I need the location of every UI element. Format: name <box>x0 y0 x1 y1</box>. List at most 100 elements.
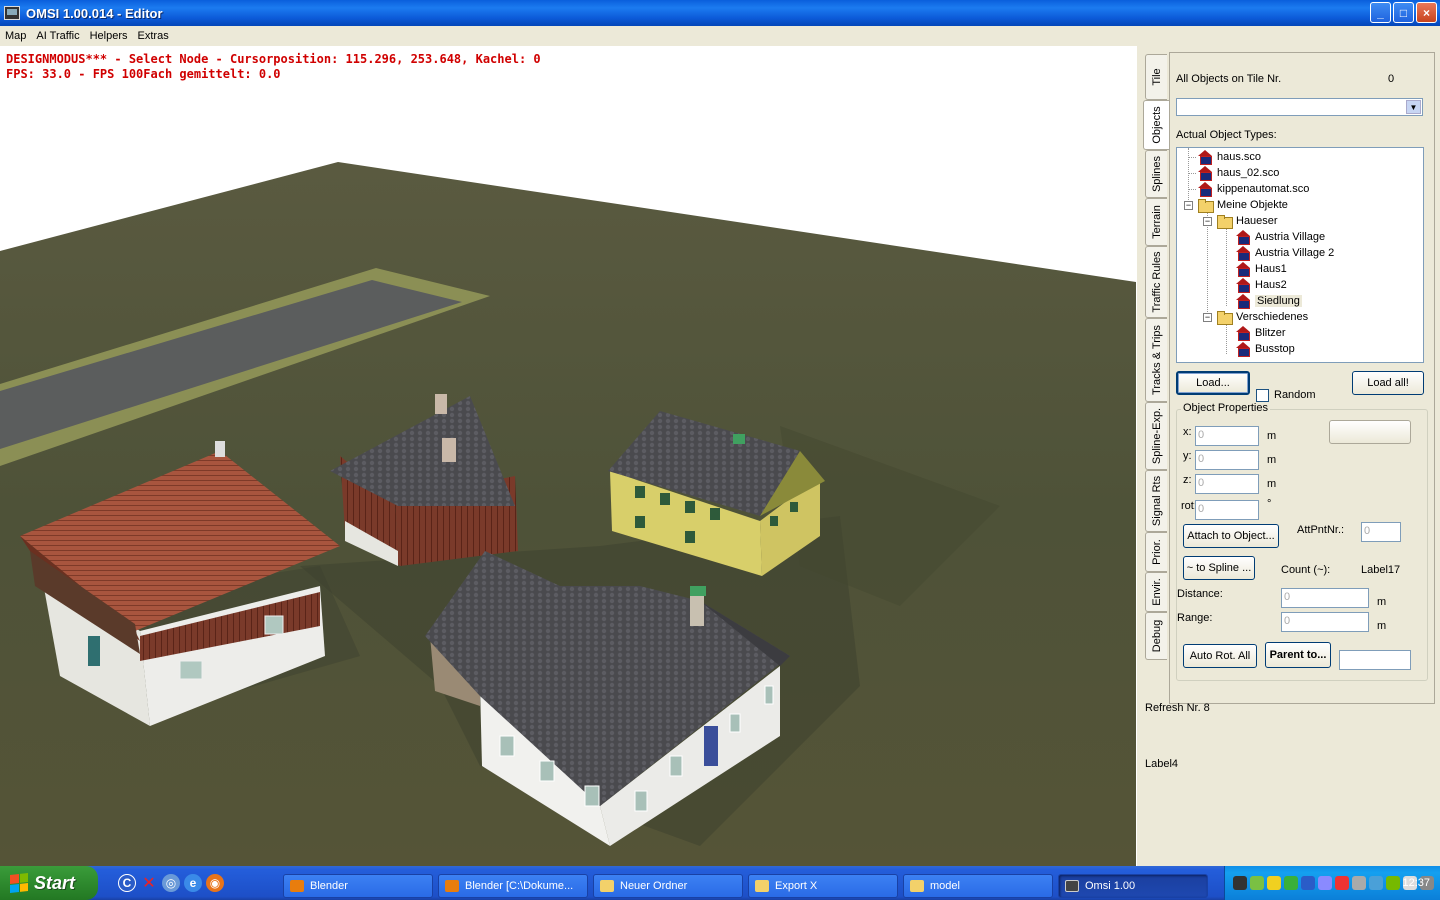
tab-tracks-trips[interactable]: Tracks & Trips <box>1145 318 1167 402</box>
tab-traffic-rules[interactable]: Traffic Rules <box>1145 246 1167 318</box>
z-unit: m <box>1267 478 1277 490</box>
tree-item[interactable]: Busstop <box>1235 341 1295 357</box>
tab-splines[interactable]: Splines <box>1145 150 1167 198</box>
menu-ai-traffic[interactable]: AI Traffic <box>31 30 84 42</box>
quick-launch-x-icon[interactable]: ✕ <box>140 874 158 892</box>
actual-object-types-label: Actual Object Types: <box>1176 129 1277 141</box>
object-icon <box>1235 246 1251 261</box>
tray-icon[interactable] <box>1352 876 1366 890</box>
collapse-haueser[interactable]: − <box>1203 217 1212 226</box>
attach-to-object-button[interactable]: Attach to Object... <box>1183 524 1279 548</box>
range-field[interactable]: 0 <box>1281 612 1369 632</box>
security-tray-icon[interactable] <box>1250 876 1264 890</box>
tab-signal-rts[interactable]: Signal Rts <box>1145 470 1167 532</box>
tree-item[interactable]: kippenautomat.sco <box>1197 181 1309 197</box>
tab-prior[interactable]: Prior. <box>1145 532 1167 572</box>
x-label: x: <box>1183 426 1192 438</box>
x-unit: m <box>1267 430 1277 442</box>
collapse-verschiedenes[interactable]: − <box>1203 313 1212 322</box>
object-icon <box>1235 278 1251 293</box>
object-icon <box>1235 230 1251 245</box>
task-blender-doc[interactable]: Blender [C:\Dokume... <box>438 874 588 898</box>
omsi-icon <box>1065 880 1079 892</box>
tree-item[interactable]: Austria Village 2 <box>1235 245 1334 261</box>
design-mode-status: DESIGNMODUS*** - Select Node - Cursorpos… <box>6 52 541 66</box>
z-field[interactable]: 0 <box>1195 474 1259 494</box>
tab-terrain[interactable]: Terrain <box>1145 198 1167 246</box>
rot-field[interactable]: 0 <box>1195 500 1259 520</box>
parent-to-button[interactable]: Parent to... <box>1265 642 1331 668</box>
network-tray-icon[interactable] <box>1301 876 1315 890</box>
y-field[interactable]: 0 <box>1195 450 1259 470</box>
tree-folder[interactable]: Verschiedenes <box>1216 309 1308 325</box>
object-types-tree[interactable]: − − − haus.sco haus_02.sco kippenautomat… <box>1176 147 1424 363</box>
firefox-icon[interactable]: ◉ <box>206 874 224 892</box>
tab-tile[interactable]: Tile <box>1145 54 1167 100</box>
object-icon <box>1197 166 1213 181</box>
blank-action-button[interactable] <box>1329 420 1411 444</box>
object-icon <box>1235 262 1251 277</box>
tab-objects[interactable]: Objects <box>1143 100 1169 150</box>
3d-viewport[interactable]: DESIGNMODUS*** - Select Node - Cursorpos… <box>0 46 1136 866</box>
camera-tray-icon[interactable] <box>1233 876 1247 890</box>
all-objects-count: 0 <box>1388 73 1395 85</box>
tree-item[interactable]: Haus1 <box>1235 261 1287 277</box>
menu-helpers[interactable]: Helpers <box>85 30 133 42</box>
collapse-meine-objekte[interactable]: − <box>1184 201 1193 210</box>
tree-item[interactable]: Haus2 <box>1235 277 1287 293</box>
quick-launch-c-icon[interactable]: C <box>118 874 136 892</box>
random-checkbox[interactable] <box>1256 389 1269 402</box>
menu-map[interactable]: Map <box>0 30 31 42</box>
auto-rot-all-button[interactable]: Auto Rot. All <box>1183 644 1257 668</box>
y-unit: m <box>1267 454 1277 466</box>
tray-icon[interactable] <box>1267 876 1281 890</box>
parent-field[interactable] <box>1339 650 1411 670</box>
task-export-x[interactable]: Export X <box>748 874 898 898</box>
objects-on-tile-combo[interactable]: ▼ <box>1176 98 1423 116</box>
tab-debug[interactable]: Debug <box>1145 612 1167 660</box>
nvidia-tray-icon[interactable] <box>1386 876 1400 890</box>
window-title: OMSI 1.00.014 - Editor <box>26 5 163 21</box>
menu-extras[interactable]: Extras <box>133 30 174 42</box>
tree-item[interactable]: Austria Village <box>1235 229 1325 245</box>
tree-folder[interactable]: Haueser <box>1216 213 1278 229</box>
task-blender[interactable]: Blender <box>283 874 433 898</box>
rot-unit: ° <box>1267 498 1272 510</box>
tray-icon[interactable] <box>1369 876 1383 890</box>
start-button[interactable]: Start <box>0 866 98 900</box>
attpnt-field[interactable]: 0 <box>1361 522 1401 542</box>
load-all-button[interactable]: Load all! <box>1352 371 1424 395</box>
close-button[interactable]: × <box>1416 2 1437 23</box>
internet-explorer-icon[interactable]: e <box>184 874 202 892</box>
x-field[interactable]: 0 <box>1195 426 1259 446</box>
maximize-button[interactable]: □ <box>1393 2 1414 23</box>
tray-icon[interactable] <box>1284 876 1298 890</box>
blender-icon <box>290 880 304 892</box>
count-label: Count (~): <box>1281 564 1331 576</box>
tree-folder[interactable]: Meine Objekte <box>1197 197 1288 213</box>
task-model[interactable]: model <box>903 874 1053 898</box>
tree-item[interactable]: haus_02.sco <box>1197 165 1279 181</box>
clock[interactable]: 12:37 <box>1402 877 1430 889</box>
minimize-button[interactable]: _ <box>1370 2 1391 23</box>
title-bar: OMSI 1.00.014 - Editor _ □ × <box>0 0 1440 26</box>
task-neuer-ordner[interactable]: Neuer Ordner <box>593 874 743 898</box>
range-label: Range: <box>1177 612 1213 624</box>
quick-launch: C ✕ ◎ e ◉ <box>118 874 224 892</box>
object-icon <box>1235 342 1251 357</box>
distance-field[interactable]: 0 <box>1281 588 1369 608</box>
task-omsi[interactable]: Omsi 1.00 <box>1058 874 1208 898</box>
tab-spline-exp[interactable]: Spline-Exp. <box>1145 402 1167 470</box>
tray-icon[interactable] <box>1318 876 1332 890</box>
open-folder-icon <box>1197 198 1214 213</box>
tree-item[interactable]: Blitzer <box>1235 325 1286 341</box>
antivirus-tray-icon[interactable] <box>1335 876 1349 890</box>
tab-envir[interactable]: Envir. <box>1145 572 1167 612</box>
load-button[interactable]: Load... <box>1176 371 1250 395</box>
y-label: y: <box>1183 450 1192 462</box>
to-spline-button[interactable]: ~ to Spline ... <box>1183 556 1255 580</box>
quick-launch-app-icon[interactable]: ◎ <box>162 874 180 892</box>
chevron-down-icon[interactable]: ▼ <box>1406 100 1421 114</box>
tree-item-selected[interactable]: Siedlung <box>1235 293 1302 309</box>
tree-item[interactable]: haus.sco <box>1197 149 1261 165</box>
